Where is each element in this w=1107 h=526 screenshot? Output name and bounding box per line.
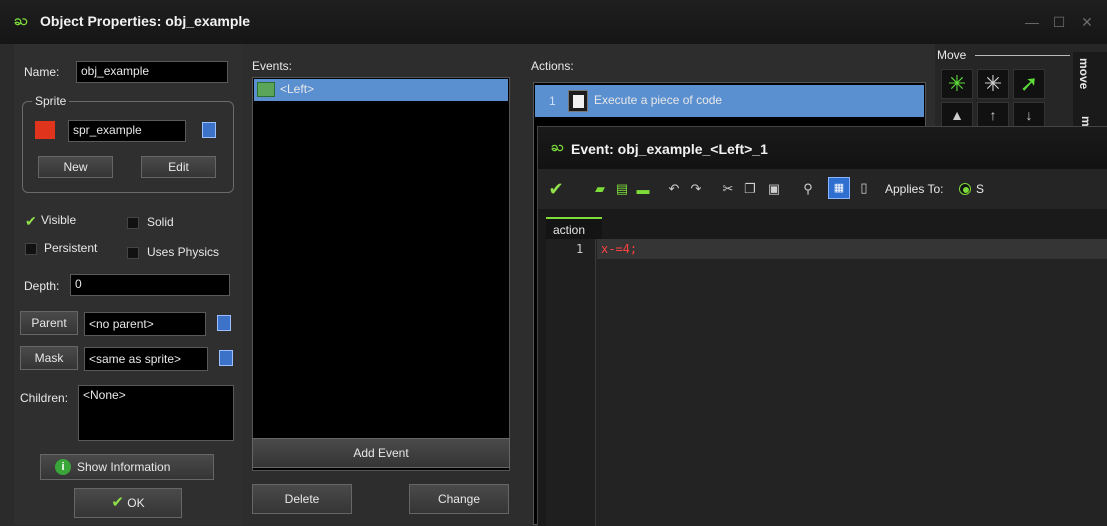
move-towards-icon[interactable]: ➚ [1013, 69, 1045, 99]
delete-event-button[interactable]: Delete [252, 484, 352, 514]
add-event-button[interactable]: Add Event [252, 438, 510, 468]
persistent-checkbox[interactable] [25, 243, 37, 255]
speed-vertical-icon[interactable]: ↑ [977, 102, 1009, 128]
code-page-icon [568, 90, 588, 112]
tab-move[interactable]: move m [1073, 52, 1107, 134]
minimize-button[interactable]: — [1017, 12, 1047, 32]
paste-icon[interactable]: ▣ [766, 181, 782, 197]
open-folder-icon[interactable]: ▰ [592, 181, 608, 197]
code-text-area[interactable]: 1 x-=4; [546, 239, 1107, 526]
code-editor-window: ႀ Event: obj_example_<Left>_1 ✔ ▰ ▤ ▬ ↶ … [537, 126, 1107, 526]
move-actions-panel: Move ✳ ✳ ➚ ▲ ↑ ↓ move m [935, 44, 1107, 134]
code-line: x-=4; [601, 242, 638, 256]
children-list[interactable]: <None> [78, 385, 234, 441]
document-icon[interactable]: ▯ [856, 180, 872, 196]
close-button[interactable]: ✕ [1072, 12, 1102, 32]
event-item-left[interactable]: <Left> [254, 79, 508, 101]
solid-label: Solid [147, 215, 174, 229]
solid-checkbox[interactable] [127, 217, 139, 229]
action-item[interactable]: 1 Execute a piece of code [535, 85, 924, 117]
code-editor-title-bar: ႀ Event: obj_example_<Left>_1 [538, 127, 1107, 169]
parent-field[interactable]: <no parent> [84, 312, 206, 336]
visible-label: Visible [41, 213, 77, 227]
sprite-browse-icon[interactable] [202, 122, 216, 138]
name-field[interactable]: obj_example [76, 61, 228, 83]
undo-icon[interactable]: ↶ [666, 181, 682, 197]
gravity-icon[interactable]: ↓ [1013, 102, 1045, 128]
gamemaker-logo-icon: ႀ [14, 12, 28, 28]
parent-browse-icon[interactable] [217, 315, 231, 331]
events-header: Events: [252, 59, 293, 73]
mask-browse-icon[interactable] [219, 350, 233, 366]
maximize-button[interactable]: ☐ [1044, 12, 1074, 32]
ok-label: OK [127, 496, 145, 510]
cut-icon[interactable]: ✂ [720, 181, 736, 197]
checkmark-icon: ✔ [111, 494, 124, 511]
mask-button[interactable]: Mask [20, 346, 78, 370]
tab-action[interactable]: action [546, 217, 602, 239]
keyboard-event-icon [257, 82, 275, 97]
move-fixed-icon[interactable]: ✳ [941, 69, 973, 99]
speed-horizontal-icon[interactable]: ▲ [941, 102, 973, 128]
window-title: Object Properties: obj_example [40, 13, 251, 29]
name-label: Name: [24, 65, 60, 79]
tab-move-label: move [1077, 58, 1091, 90]
applies-to-label: Applies To: [885, 182, 944, 196]
show-information-label: Show Information [77, 460, 171, 474]
ok-check-icon[interactable]: ✔ [548, 179, 564, 199]
window-title-bar: ႀ Object Properties: obj_example — ☐ ✕ [0, 0, 1107, 44]
sprite-group-label: Sprite [32, 94, 70, 108]
tab-action-label: action [553, 223, 586, 237]
sprite-field[interactable]: spr_example [68, 120, 186, 142]
edit-sprite-button[interactable]: Edit [141, 156, 216, 178]
save-icon[interactable]: ▤ [614, 181, 630, 197]
code-editor-body: action 1 x-=4; [538, 209, 1107, 526]
move-free-icon[interactable]: ✳ [977, 69, 1009, 99]
events-panel: Events: <Left> Add Event Delete Change [242, 44, 520, 525]
info-icon: i [55, 459, 71, 475]
new-sprite-button[interactable]: New [38, 156, 113, 178]
depth-label: Depth: [24, 279, 60, 293]
code-completion-icon[interactable]: ▦ [828, 177, 850, 199]
mask-field[interactable]: <same as sprite> [84, 347, 208, 371]
actions-header: Actions: [531, 59, 574, 73]
applies-to-value: S [976, 182, 985, 196]
move-panel-header: Move [937, 48, 967, 62]
visible-checkbox[interactable]: ✔ [25, 213, 39, 229]
action-item-index: 1 [549, 94, 556, 108]
sprite-thumbnail [35, 121, 55, 139]
gamemaker-logo-icon: ႀ [551, 139, 564, 154]
code-editor-toolbar: ✔ ▰ ▤ ▬ ↶ ↷ ✂ ❐ ▣ ⚲ ▦ ▯ Applies To: S [538, 169, 1107, 209]
parent-button[interactable]: Parent [20, 311, 78, 335]
ok-button[interactable]: ✔ OK [74, 488, 182, 518]
persistent-label: Persistent [44, 241, 98, 255]
find-icon[interactable]: ⚲ [800, 181, 816, 197]
print-icon[interactable]: ▬ [635, 181, 651, 197]
applies-to-self-radio[interactable] [959, 183, 971, 195]
code-editor-title: Event: obj_example_<Left>_1 [571, 141, 768, 157]
copy-icon[interactable]: ❐ [742, 181, 758, 197]
action-item-label: Execute a piece of code [594, 93, 723, 107]
change-event-button[interactable]: Change [409, 484, 509, 514]
uses-physics-checkbox[interactable] [127, 247, 139, 259]
depth-field[interactable]: 0 [70, 274, 230, 296]
uses-physics-label: Uses Physics [147, 245, 220, 259]
sprite-group [22, 101, 234, 193]
line-number: 1 [576, 242, 584, 256]
event-item-label: <Left> [280, 82, 315, 96]
line-number-gutter [546, 239, 596, 526]
current-line-highlight [597, 239, 1107, 259]
events-list[interactable]: <Left> [252, 77, 510, 471]
redo-icon[interactable]: ↷ [688, 181, 704, 197]
object-settings-panel: Name: obj_example Sprite spr_example New… [14, 44, 242, 525]
children-label: Children: [20, 391, 69, 405]
show-information-button[interactable]: i Show Information [40, 454, 214, 480]
